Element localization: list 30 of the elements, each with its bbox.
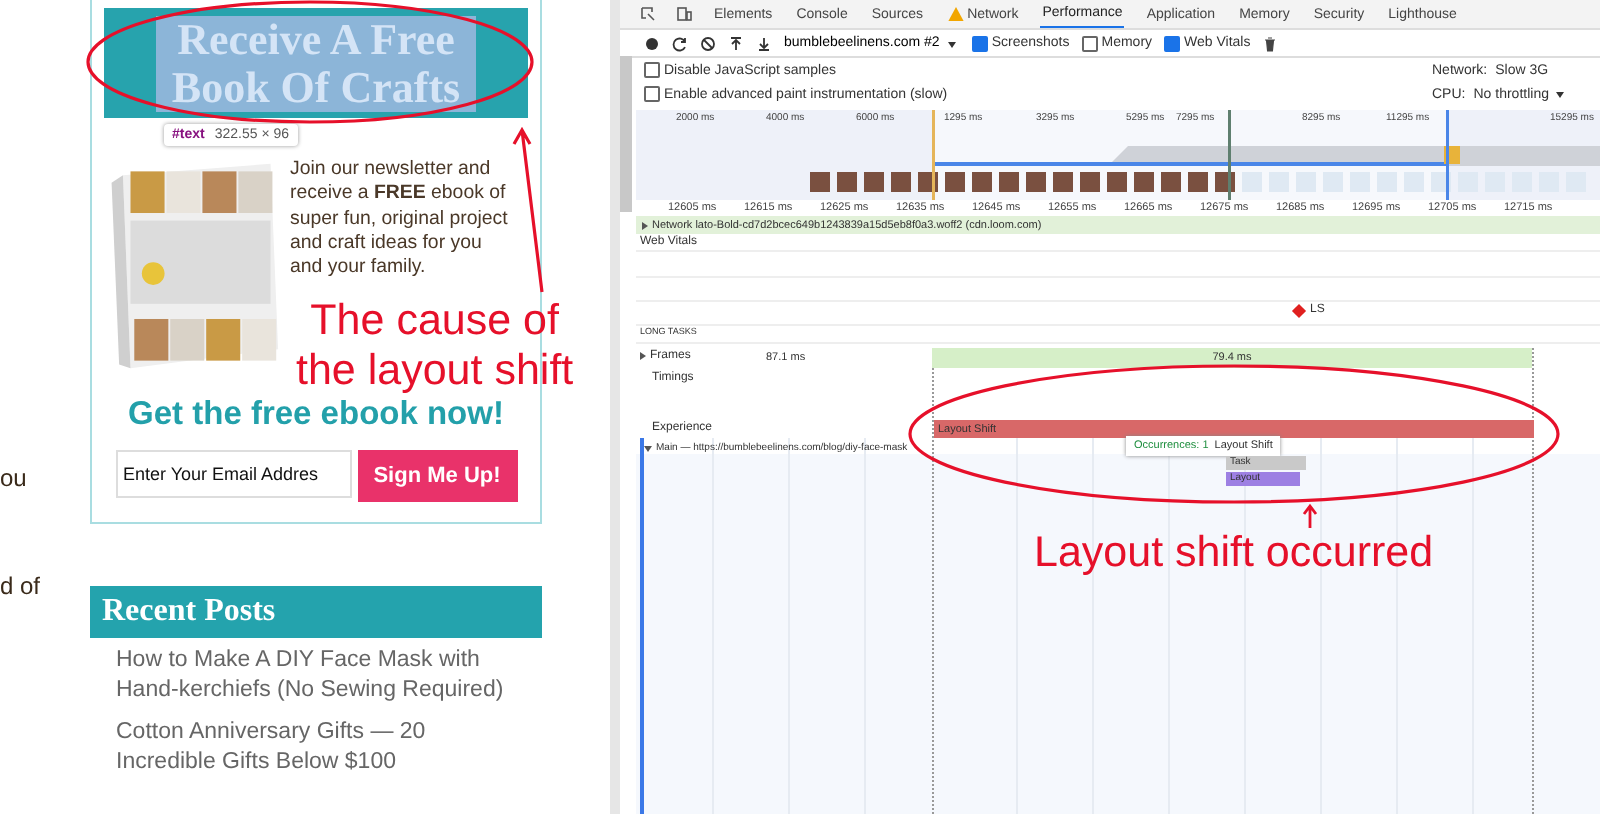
inspect-icon[interactable] bbox=[640, 6, 656, 22]
marker-icon bbox=[1291, 303, 1307, 319]
email-field[interactable]: Enter Your Email Addres bbox=[115, 450, 351, 498]
download-icon[interactable] bbox=[756, 35, 772, 51]
checkbox[interactable] bbox=[971, 35, 988, 51]
annotation-arrow bbox=[1302, 503, 1318, 530]
reload-icon[interactable] bbox=[672, 35, 688, 51]
signup-button[interactable]: Sign Me Up! bbox=[357, 450, 517, 502]
post-link[interactable]: How to Make A DIY Face Mask with Hand-kerchiefs (No Sewing Required) bbox=[90, 638, 542, 710]
upload-icon[interactable] bbox=[728, 35, 744, 51]
annotation-text: The cause of the layout shift bbox=[296, 296, 574, 396]
clear-icon[interactable] bbox=[700, 35, 716, 51]
device-icon[interactable] bbox=[676, 6, 692, 22]
scrollbar[interactable] bbox=[620, 56, 632, 212]
warning-icon bbox=[947, 6, 964, 22]
record-icon[interactable] bbox=[644, 35, 660, 51]
section-header: Recent Posts bbox=[90, 586, 542, 638]
article-text: ou bbox=[0, 464, 27, 492]
article-text: d of bbox=[0, 572, 41, 600]
trash-icon[interactable] bbox=[1262, 35, 1279, 51]
annotation-text: Layout shift occurred bbox=[1034, 528, 1434, 578]
caret-icon bbox=[1552, 86, 1569, 102]
checkbox[interactable] bbox=[1164, 35, 1181, 51]
checkbox[interactable] bbox=[1081, 35, 1098, 51]
signup-text: Join our newsletter and receive a FREE ebook of super fun, original project and craft ideas for you and your family. bbox=[290, 158, 510, 281]
cta-heading: Get the free ebook now! bbox=[126, 396, 506, 434]
post-link[interactable]: Cotton Anniversary Gifts — 20 Incredible Gifts Below $100 bbox=[90, 710, 542, 782]
checkbox[interactable] bbox=[644, 86, 660, 102]
card-title: Receive A Free Book Of Crafts bbox=[156, 15, 476, 111]
checkbox[interactable] bbox=[644, 62, 660, 78]
